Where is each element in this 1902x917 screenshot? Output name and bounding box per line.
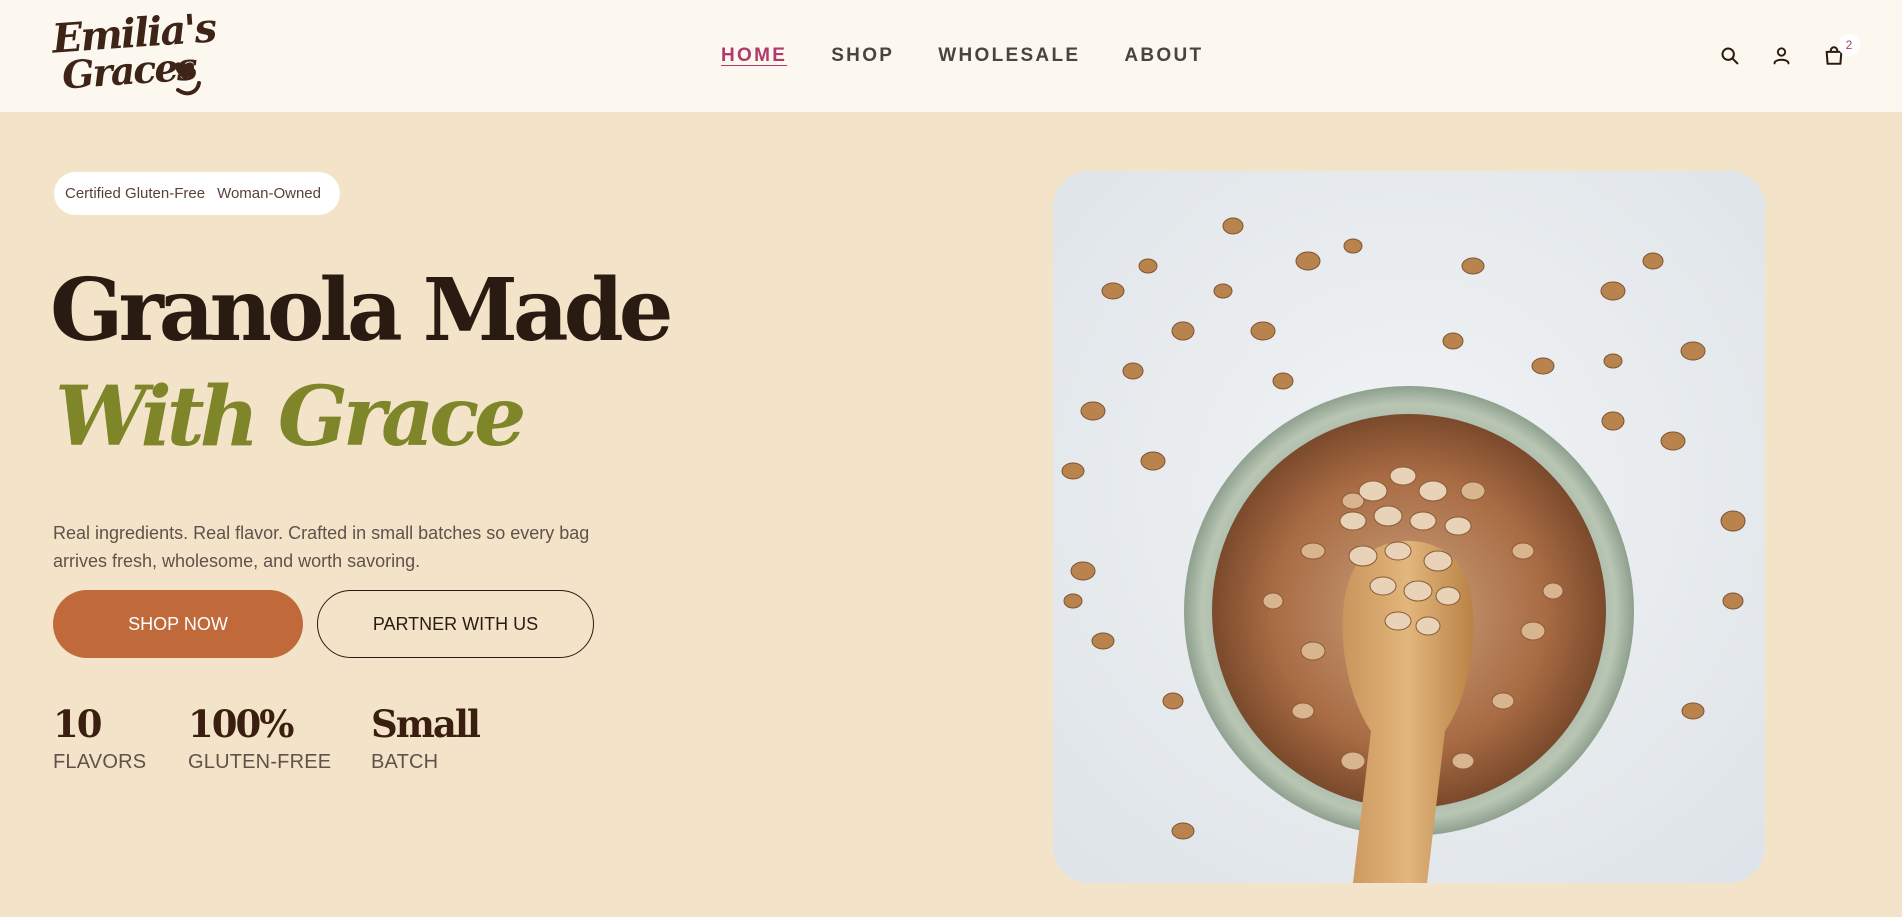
stat-small-batch: Small BATCH <box>371 702 481 774</box>
stat-value: 100% <box>188 702 294 746</box>
main-nav: HOME SHOP WHOLESALE ABOUT <box>721 45 1247 67</box>
hero-description: Real ingredients. Real flavor. Crafted i… <box>53 523 590 571</box>
stat-value: 10 <box>53 702 103 746</box>
stat-label: BATCH <box>371 751 439 773</box>
nav-wholesale[interactable]: WHOLESALE <box>938 45 1080 67</box>
stat-flavors: 10 FLAVORS <box>53 706 146 774</box>
heart-icon <box>175 62 201 96</box>
stat-gluten-free: 100% GLUTEN-FREE <box>188 706 331 774</box>
stat-label: FLAVORS <box>53 751 147 773</box>
badge-gluten-free: Certified Gluten-Free <box>65 185 206 202</box>
cart-count-badge: 2 <box>1838 34 1860 56</box>
hero-title-line2: With Grace <box>55 369 526 465</box>
site-header: Emilia's Graces HOME SHOP WHOLESALE ABOU… <box>0 0 1902 112</box>
badge-woman-owned: Woman-Owned <box>217 185 321 202</box>
hero-title-line1: Granola Made <box>50 260 673 361</box>
stat-label: GLUTEN-FREE <box>188 751 332 773</box>
search-icon[interactable] <box>1717 42 1741 68</box>
brand-logo[interactable]: Emilia's Graces <box>51 4 217 102</box>
nav-home[interactable]: HOME <box>721 45 787 67</box>
stat-value: Small <box>371 702 481 746</box>
granola-bowl-image <box>1053 171 1765 883</box>
nav-about[interactable]: ABOUT <box>1124 45 1203 67</box>
nav-shop[interactable]: SHOP <box>831 45 894 67</box>
shop-now-button[interactable]: SHOP NOW <box>53 590 303 658</box>
badge-pill: Certified Gluten-Free Woman-Owned <box>54 172 340 215</box>
partner-with-us-button[interactable]: PARTNER WITH US <box>317 590 594 658</box>
user-icon[interactable] <box>1769 42 1793 68</box>
